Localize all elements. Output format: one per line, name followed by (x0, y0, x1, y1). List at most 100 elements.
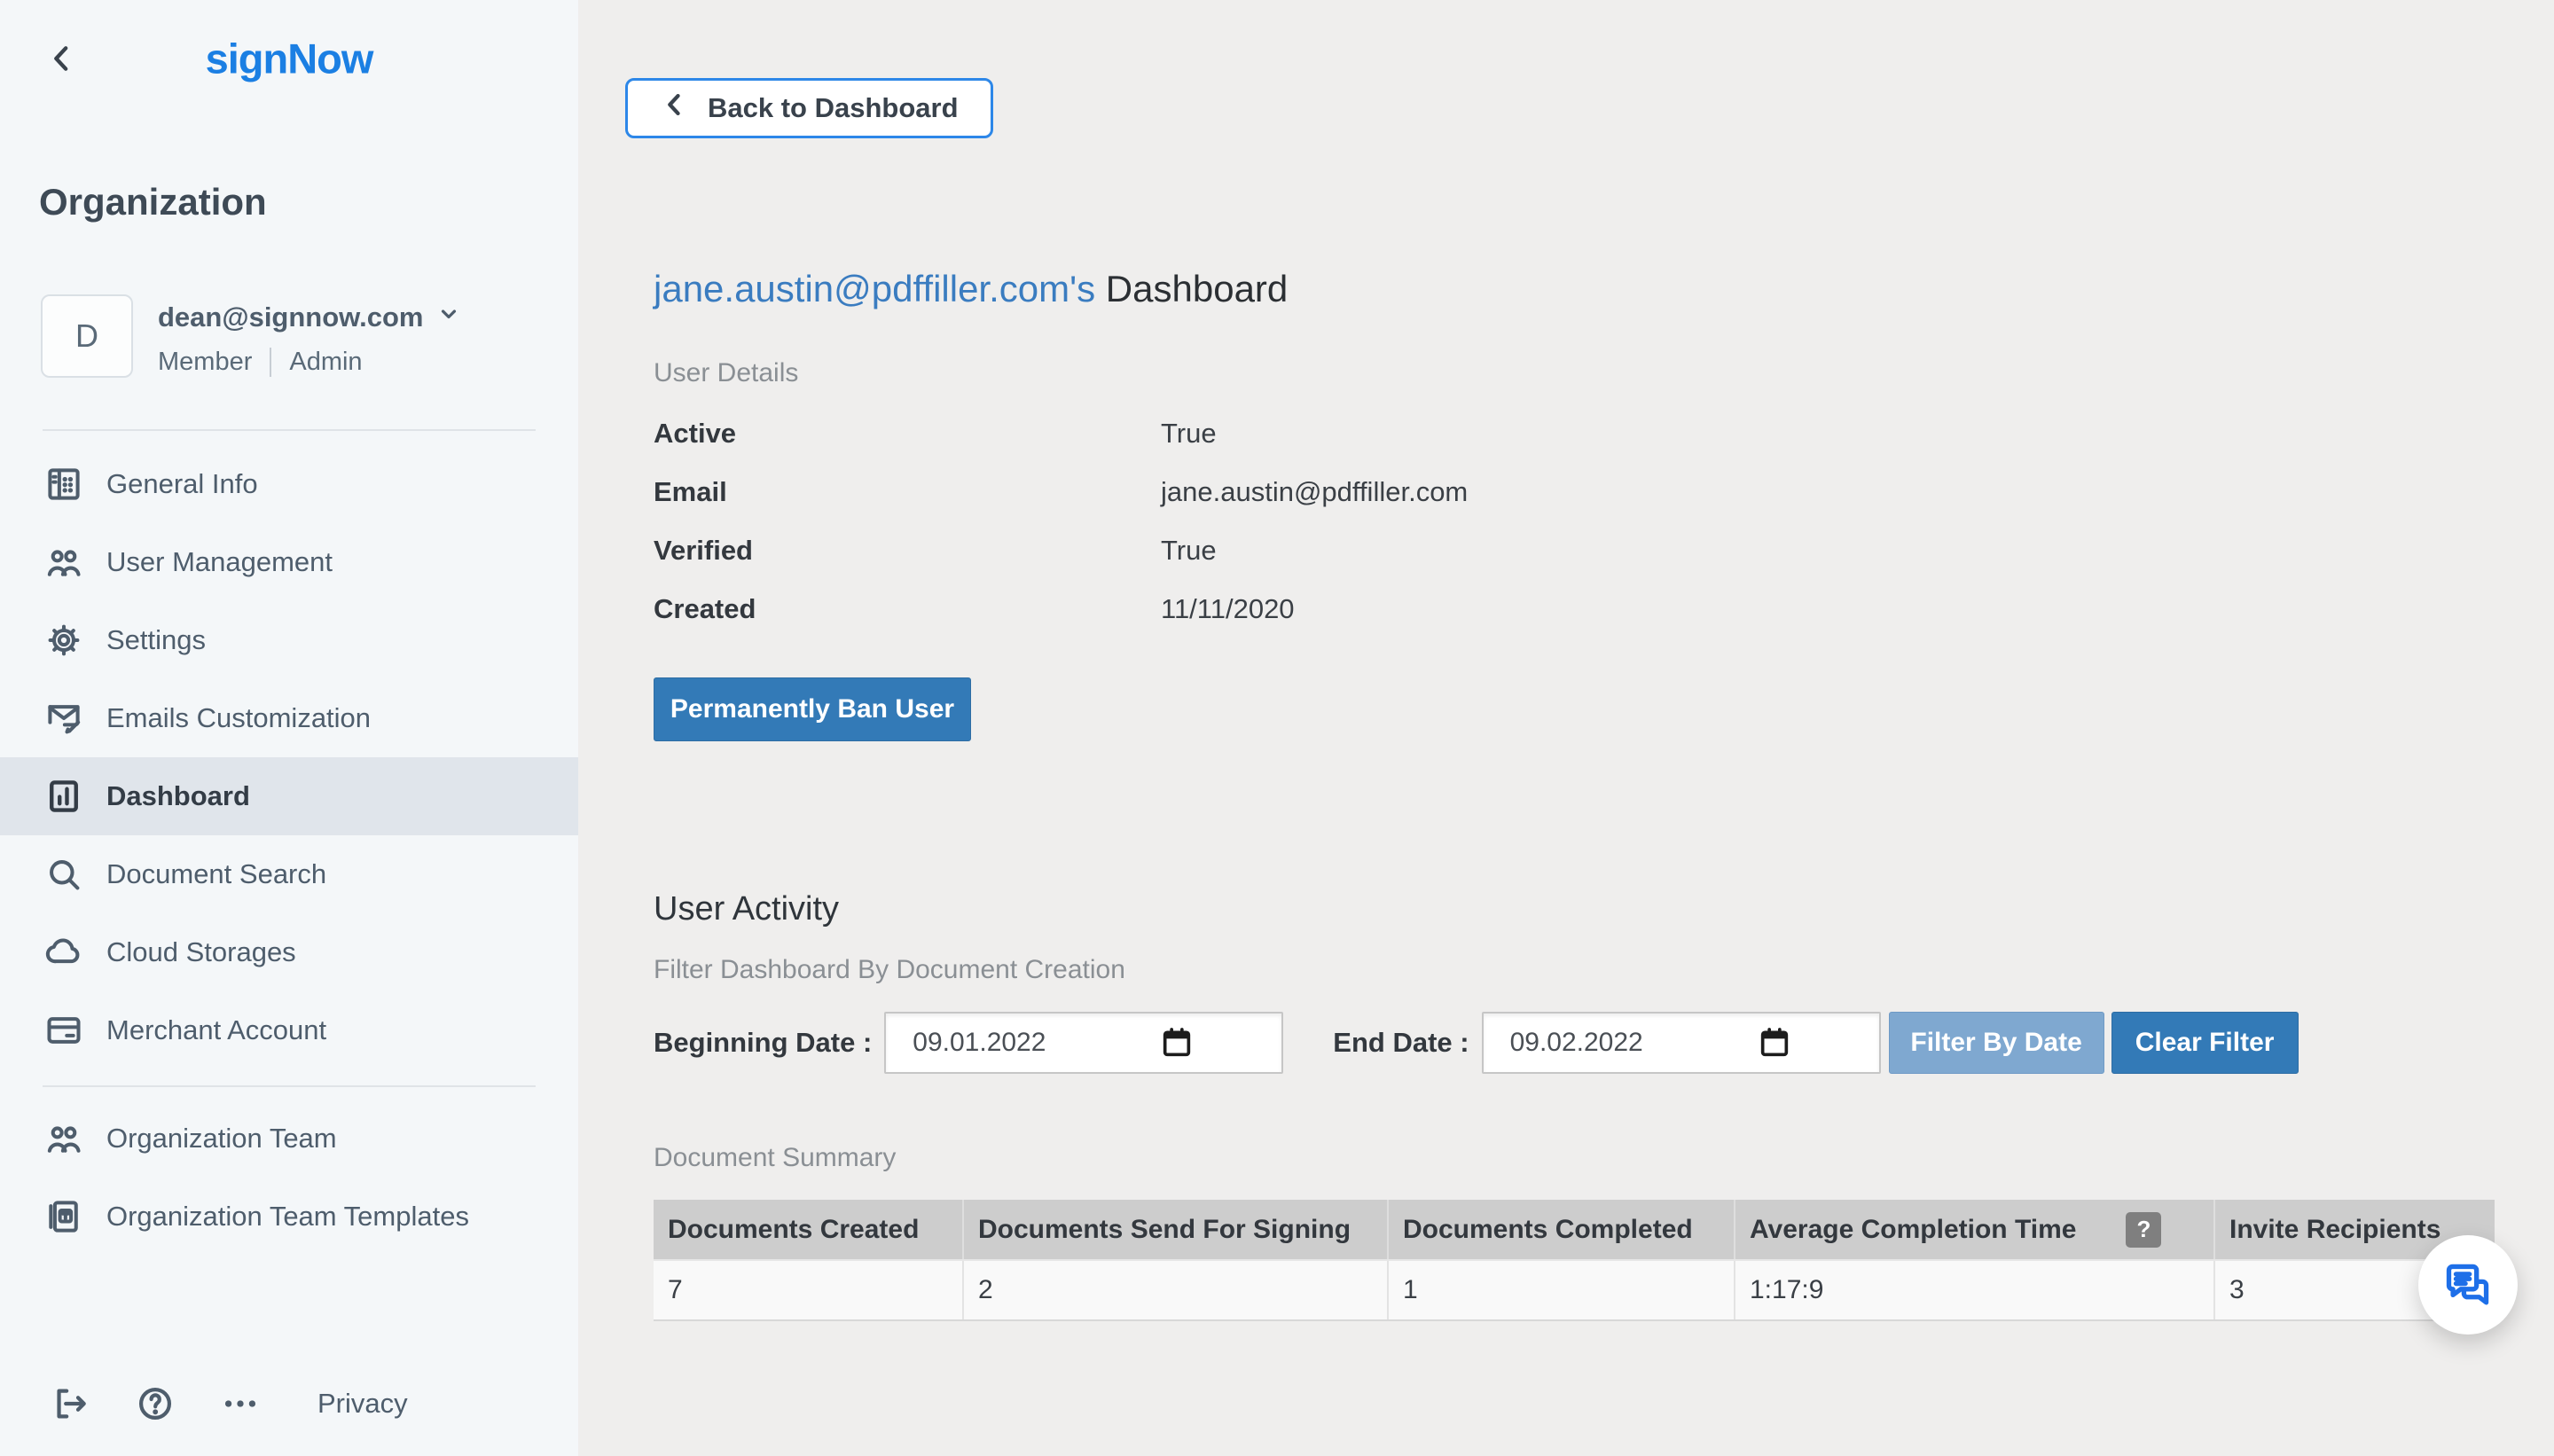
sidebar: signNow Organization D dean@signnow.com … (0, 0, 578, 1456)
credit-card-icon (44, 1011, 83, 1050)
bar-chart-icon (44, 777, 83, 816)
building-icon (44, 465, 83, 504)
cloud-icon (44, 933, 83, 972)
summary-header-documents-created: Documents Created (654, 1200, 963, 1260)
end-date-field (1482, 1012, 1881, 1074)
organization-title: Organization (39, 181, 578, 223)
help-button[interactable] (135, 1383, 176, 1424)
summary-header-label: Average Completion Time (1750, 1215, 2076, 1245)
sidebar-divider (43, 429, 536, 431)
chat-icon (2442, 1259, 2494, 1311)
user-details-title: User Details (654, 358, 2554, 388)
sidebar-item-document-search[interactable]: Document Search (0, 835, 578, 913)
back-to-dashboard-button[interactable]: Back to Dashboard (625, 78, 993, 138)
summary-header-avg-completion-time: Average Completion Time ? (1735, 1200, 2214, 1260)
app-window: signNow Organization D dean@signnow.com … (0, 0, 2554, 1456)
user-card-info: dean@signnow.com Member Admin (158, 294, 461, 378)
detail-row-email: Email jane.austin@pdffiller.com (654, 463, 2554, 521)
signnow-logo: signNow (0, 35, 578, 83)
detail-label: Created (654, 593, 1161, 625)
detail-row-created: Created 11/11/2020 (654, 580, 2554, 638)
user-email: dean@signnow.com (158, 301, 424, 333)
sidebar-item-label: User Management (106, 546, 333, 578)
privacy-link[interactable]: Privacy (317, 1388, 408, 1420)
user-roles: Member Admin (158, 348, 461, 377)
sidebar-item-label: Emails Customization (106, 702, 371, 734)
document-summary-title: Document Summary (654, 1143, 2554, 1173)
sidebar-header: signNow (0, 0, 578, 117)
page-title: jane.austin@pdffiller.com's Dashboard (654, 268, 2554, 310)
chevron-down-icon (436, 301, 461, 333)
sidebar-nav-secondary: Organization Team Organization Team Temp… (0, 1100, 578, 1256)
detail-label: Verified (654, 535, 1161, 567)
beginning-date-label: Beginning Date : (654, 1027, 872, 1059)
summary-header-documents-send: Documents Send For Signing (963, 1200, 1388, 1260)
envelope-pen-icon (44, 699, 83, 738)
beginning-date-input[interactable] (884, 1012, 1283, 1074)
sidebar-item-emails-customization[interactable]: Emails Customization (0, 679, 578, 757)
filter-subtitle: Filter Dashboard By Document Creation (654, 955, 2554, 985)
sidebar-item-label: Organization Team (106, 1123, 337, 1155)
sidebar-item-label: Document Search (106, 858, 326, 890)
sidebar-item-user-management[interactable]: User Management (0, 523, 578, 601)
logout-button[interactable] (50, 1383, 90, 1424)
user-card: D dean@signnow.com Member Admin (41, 294, 578, 378)
user-details-list: Active True Email jane.austin@pdffiller.… (654, 404, 2554, 638)
detail-label: Email (654, 476, 1161, 508)
role-admin: Admin (270, 348, 362, 377)
detail-row-verified: Verified True (654, 521, 2554, 580)
user-activity-title: User Activity (654, 890, 2554, 928)
detail-value: True (1161, 535, 1217, 567)
sidebar-footer: Privacy (0, 1383, 578, 1456)
sidebar-item-label: Merchant Account (106, 1014, 326, 1046)
main-content: Back to Dashboard jane.austin@pdffiller.… (578, 0, 2554, 1456)
sidebar-item-label: Organization Team Templates (106, 1201, 469, 1233)
summary-value-documents-created: 7 (654, 1260, 963, 1320)
role-member: Member (158, 348, 252, 377)
more-button[interactable] (220, 1383, 261, 1424)
user-email-link[interactable]: jane.austin@pdffiller.com's (654, 268, 1095, 309)
question-circle-icon (135, 1413, 176, 1427)
summary-value-row: 7 2 1 1:17:9 3 (654, 1260, 2495, 1320)
summary-header-documents-completed: Documents Completed (1388, 1200, 1735, 1260)
chat-fab-button[interactable] (2418, 1235, 2518, 1335)
sidebar-nav: General Info User Management Settings Em… (0, 445, 578, 1069)
summary-value-documents-completed: 1 (1388, 1260, 1735, 1320)
sidebar-item-label: General Info (106, 468, 258, 500)
search-icon (44, 855, 83, 894)
users-icon (44, 1119, 83, 1158)
sidebar-item-general-info[interactable]: General Info (0, 445, 578, 523)
detail-row-active: Active True (654, 404, 2554, 463)
help-badge[interactable]: ? (2126, 1212, 2161, 1248)
dashboard-content: jane.austin@pdffiller.com's Dashboard Us… (654, 268, 2554, 1321)
calendar-icon[interactable] (1757, 1025, 1792, 1061)
sidebar-item-dashboard[interactable]: Dashboard (0, 757, 578, 835)
sidebar-item-label: Cloud Storages (106, 936, 296, 968)
document-summary-table: Documents Created Documents Send For Sig… (654, 1200, 2495, 1321)
avatar: D (41, 294, 133, 378)
chevron-left-icon (660, 90, 690, 127)
end-date-input[interactable] (1482, 1012, 1881, 1074)
page-title-suffix: Dashboard (1095, 268, 1288, 309)
template-icon (44, 1197, 83, 1236)
sidebar-item-cloud-storages[interactable]: Cloud Storages (0, 913, 578, 991)
sidebar-item-settings[interactable]: Settings (0, 601, 578, 679)
detail-value: 11/11/2020 (1161, 593, 1295, 625)
summary-header-row: Documents Created Documents Send For Sig… (654, 1200, 2495, 1260)
detail-value: jane.austin@pdffiller.com (1161, 476, 1468, 508)
sidebar-divider (43, 1085, 536, 1087)
calendar-icon[interactable] (1159, 1025, 1195, 1061)
sidebar-item-organization-team-templates[interactable]: Organization Team Templates (0, 1178, 578, 1256)
ban-user-button[interactable]: Permanently Ban User (654, 677, 971, 741)
summary-value-documents-send: 2 (963, 1260, 1388, 1320)
ellipsis-icon (220, 1413, 261, 1427)
clear-filter-button[interactable]: Clear Filter (2111, 1012, 2299, 1074)
sidebar-item-merchant-account[interactable]: Merchant Account (0, 991, 578, 1069)
filter-by-date-button[interactable]: Filter By Date (1889, 1012, 2104, 1074)
summary-value-avg-completion-time: 1:17:9 (1735, 1260, 2214, 1320)
sidebar-item-label: Settings (106, 624, 206, 656)
end-date-label: End Date : (1333, 1027, 1469, 1059)
back-button-label: Back to Dashboard (708, 92, 959, 124)
user-menu[interactable]: dean@signnow.com (158, 301, 461, 333)
sidebar-item-organization-team[interactable]: Organization Team (0, 1100, 578, 1178)
